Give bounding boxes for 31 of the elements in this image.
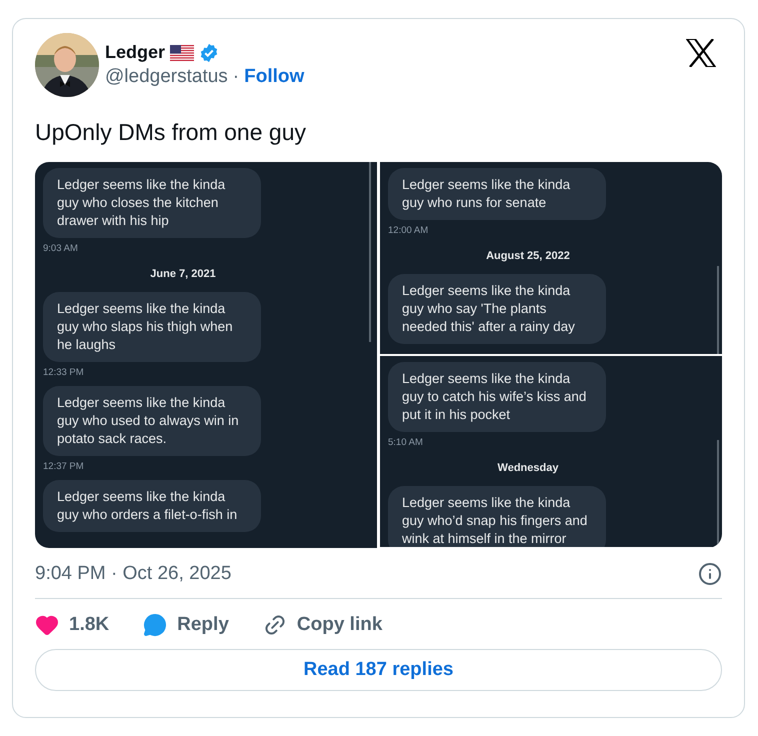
message-bubble: Ledger seems like the kinda guy who orders a filet-o-fish in xyxy=(43,480,261,532)
message-time: 5:10 AM xyxy=(388,437,424,448)
speech-bubble-icon xyxy=(143,613,168,637)
message-time: 12:33 PM xyxy=(43,367,85,378)
reply-button[interactable]: Reply xyxy=(143,613,229,637)
follow-link[interactable]: Follow xyxy=(244,66,304,88)
like-button[interactable]: 1.8K xyxy=(35,613,110,637)
message-time: 12:37 PM xyxy=(43,461,85,472)
message-bubble: Ledger seems like the kinda guy who runs for senate xyxy=(388,168,606,220)
timestamp[interactable]: 9:04 PM · Oct 26, 2025 xyxy=(35,563,232,585)
date-divider: Wednesday xyxy=(496,462,560,474)
message-time: 12:00 AM xyxy=(388,225,430,236)
message-bubble: Ledger seems like the kinda guy who’d snap his fingers and wink at himself in the mirror xyxy=(388,486,606,547)
separator: · xyxy=(232,66,240,88)
read-replies-button[interactable]: Read 187 replies xyxy=(35,649,722,691)
message-bubble: Ledger seems like the kinda guy who slaps his thigh when he laughs xyxy=(43,292,261,362)
flag-icon xyxy=(170,44,194,60)
message-bubble: Ledger seems like the kinda guy who used to always win in potato sack races. xyxy=(43,386,261,456)
author-handle: @ledgerstatus xyxy=(105,66,228,88)
message-bubble: Ledger seems like the kinda guy to catch his wife’s kiss and put it in his pocket xyxy=(388,362,606,432)
date-divider: August 25, 2022 xyxy=(485,250,571,262)
tweet-text: UpOnly DMs from one guy xyxy=(35,119,307,146)
message-bubble: Ledger seems like the kinda guy who closes the kitchen drawer with his hip xyxy=(43,168,261,238)
author-name: Ledger xyxy=(105,42,166,63)
message-bubble: Ledger seems like the kinda guy who say 'The plants needed this' after a rainy day xyxy=(388,274,606,344)
x-logo-icon[interactable] xyxy=(686,39,716,67)
info-icon[interactable] xyxy=(698,562,722,586)
heart-icon xyxy=(35,613,59,637)
message-time: 9:03 AM xyxy=(43,243,79,254)
date-divider: June 7, 2021 xyxy=(149,268,217,280)
copy-button[interactable]: Copy link xyxy=(262,613,382,637)
